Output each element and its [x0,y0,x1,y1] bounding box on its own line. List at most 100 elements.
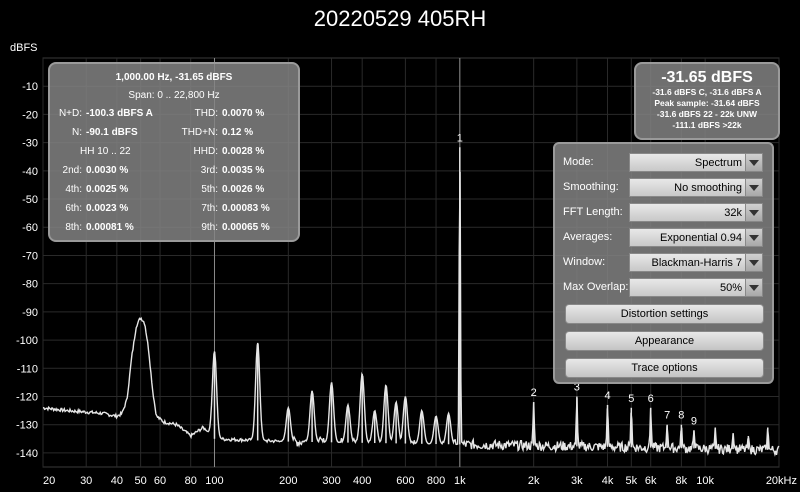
stat-value: 0.0030 % [86,165,129,176]
level-value: -31.65 dBFS [661,69,753,86]
level-detail-2: Peak sample: -31.64 dBFS [654,98,760,108]
window-select[interactable]: Blackman-Harris 7 [629,253,763,272]
y-tick-label: -120 [16,391,38,403]
y-tick-label: -60 [22,222,38,234]
averages-label: Averages: [563,231,613,243]
x-tick-labels: 20 30 40 50 60 80 100 200 300 400 600 800 1k 2k 3k 4k 5k… [43,475,797,487]
stat-value: -90.1 dBFS [86,127,138,138]
averages-select[interactable]: Exponential 0.94 [629,228,763,247]
stat-label: 7th: [201,203,218,214]
distortion-stats-panel: 1,000.00 Hz, -31.65 dBFS Span: 0 .. 22,8… [48,62,300,242]
level-detail-4: -111.1 dBFS >22k [672,120,742,130]
fft-length-row: FFT Length: 32k [563,203,766,223]
x-tick-label: 60 [154,475,166,487]
stat-label: HHD: [193,146,218,157]
y-tick-label: -100 [16,335,38,347]
stat-label: THD: [194,108,218,119]
stat-value: 0.0070 % [222,108,265,119]
stat-value: 0.0028 % [222,146,265,157]
x-tick-label: 50 [135,475,147,487]
x-tick-label: 100 [205,475,223,487]
x-tick-label: 80 [185,475,197,487]
trace-options-button[interactable]: Trace options [565,358,764,378]
y-tick-label: -130 [16,420,38,432]
x-tick-label: 2k [528,475,540,487]
y-tick-label: -70 [22,250,38,262]
stat-label: 4th: [65,184,82,195]
stat-label: 3rd: [200,165,218,176]
stat-value: 0.0026 % [222,184,265,195]
x-tick-label: 200 [279,475,297,487]
averages-value: Exponential 0.94 [660,232,742,244]
smoothing-row: Smoothing: No smoothing [563,178,766,198]
stat-value: 0.0023 % [86,203,129,214]
stat-label: 5th: [201,184,218,195]
harmonic-label: 1 [457,132,463,144]
harmonic-label: 2 [531,387,537,399]
chevron-down-icon[interactable] [745,154,762,171]
y-tick-labels: -10 -20 -30 -40 -50 -60 -70 -80 -90 -100 -110 -120 -… [16,81,38,460]
mode-value: Spectrum [694,157,742,169]
harmonic-label: 8 [678,410,684,422]
max-overlap-select[interactable]: 50% [629,278,763,297]
harmonic-label: 5 [628,393,634,405]
max-overlap-value: 50% [719,282,742,294]
y-tick-label: -40 [22,166,38,178]
stats-span: Span: 0 .. 22,800 Hz [128,90,220,101]
averages-row: Averages: Exponential 0.94 [563,228,766,248]
stat-label: N: [72,127,82,138]
y-tick-label: -10 [22,81,38,93]
fft-length-select[interactable]: 32k [629,203,763,222]
y-tick-label: -30 [22,138,38,150]
x-tick-label: 8k [676,475,688,487]
distortion-settings-button[interactable]: Distortion settings [565,304,764,324]
stat-value: 0.0025 % [86,184,129,195]
smoothing-label: Smoothing: [563,181,619,193]
smoothing-value: No smoothing [674,182,742,194]
chevron-down-icon[interactable] [745,229,762,246]
stat-label: THD+N: [181,127,218,138]
stat-value: 0.0035 % [222,165,265,176]
x-tick-label: 30 [80,475,92,487]
stat-label: N+D: [58,108,82,119]
chevron-down-icon[interactable] [745,254,762,271]
x-tick-label: 6k [645,475,657,487]
harmonic-label: 6 [648,393,654,405]
mode-row: Mode: Spectrum [563,153,766,173]
window-label: Window: [563,256,606,268]
y-tick-label: -110 [17,363,38,375]
appearance-button[interactable]: Appearance [565,331,764,351]
x-tick-label: 20kHz [766,475,797,487]
y-tick-label: -90 [22,307,38,319]
stat-value: 0.00065 % [222,222,270,233]
analyzer-settings-panel: Mode: Spectrum Smoothing: No smoothing F… [553,142,774,384]
level-readout-panel: -31.65 dBFS -31.6 dBFS C, -31.6 dBFS A P… [634,62,780,140]
chevron-down-icon[interactable] [745,179,762,196]
max-overlap-row: Max Overlap: 50% [563,278,766,298]
stat-label: 9th: [201,222,218,233]
y-tick-label: -80 [22,279,38,291]
chevron-down-icon[interactable] [745,204,762,221]
level-detail-3: -31.6 dBFS 22 - 22k UNW [656,109,758,119]
x-tick-label: 40 [111,475,123,487]
x-tick-label: 600 [396,475,414,487]
x-tick-label: 300 [322,475,340,487]
smoothing-select[interactable]: No smoothing [629,178,763,197]
y-tick-label: -20 [22,109,38,121]
stat-label: 6th: [65,203,82,214]
stat-value: 0.12 % [222,127,254,138]
y-tick-label: -50 [22,194,38,206]
x-tick-label: 5k [625,475,637,487]
mode-select[interactable]: Spectrum [629,153,763,172]
x-tick-label: 800 [427,475,445,487]
x-tick-label: 3k [571,475,583,487]
max-overlap-label: Max Overlap: [563,281,629,293]
x-tick-label: 10k [696,475,714,487]
stat-label: 2nd: [62,165,82,176]
harmonic-label: 4 [604,390,610,402]
chevron-down-icon[interactable] [745,279,762,296]
window-row: Window: Blackman-Harris 7 [563,253,766,273]
fft-length-value: 32k [724,207,742,219]
x-tick-label: 1k [454,475,466,487]
y-tick-label: -140 [16,448,38,460]
